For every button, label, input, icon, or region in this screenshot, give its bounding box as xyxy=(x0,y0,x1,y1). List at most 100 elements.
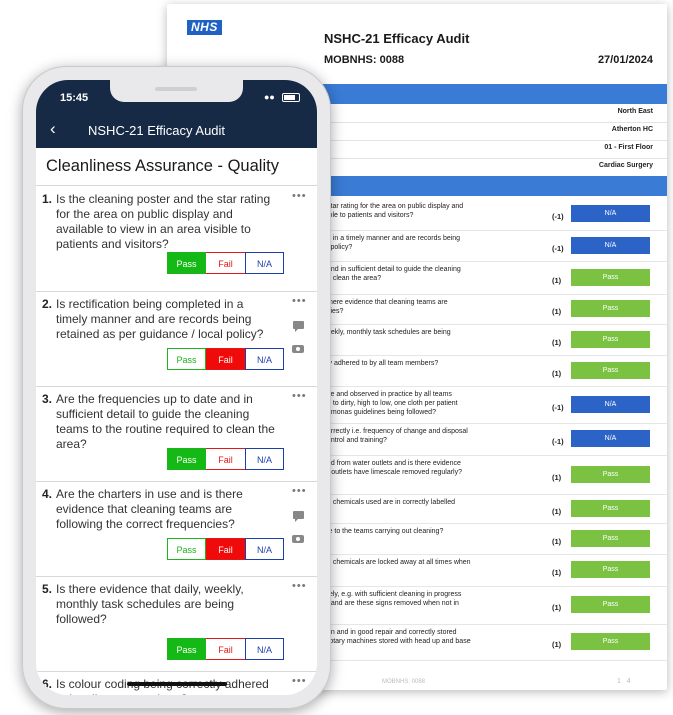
home-indicator[interactable] xyxy=(127,682,227,686)
report-info-value: 01 - First Floor xyxy=(604,144,653,151)
report-result-badge: Pass xyxy=(571,269,650,286)
question-number: 5. xyxy=(42,582,53,596)
report-result-badge: N/A xyxy=(571,205,650,222)
fail-button[interactable]: Fail xyxy=(206,252,245,274)
report-date: 27/01/2024 xyxy=(597,54,653,66)
na-button[interactable]: N/A xyxy=(245,348,284,370)
pass-button[interactable]: Pass xyxy=(167,348,206,370)
status-time: 15:45 xyxy=(60,92,89,104)
nav-bar: ‹ NSHC-21 Efficacy Audit xyxy=(36,112,317,148)
report-question-score: (1) xyxy=(552,276,562,285)
report-question-text: fely, e.g. with sufficient cleaning in p… xyxy=(327,591,462,607)
report-question-score: (-1) xyxy=(552,212,564,221)
na-button[interactable]: N/A xyxy=(245,448,284,470)
report-question-text: g chemicals are locked away at all times… xyxy=(327,559,471,566)
question-text: Is the cleaning poster and the star rati… xyxy=(56,192,271,251)
question-number: 6. xyxy=(42,677,53,691)
report-question-text: g chemicals used are in correctly labell… xyxy=(327,499,456,506)
report-result-badge: Pass xyxy=(571,596,650,613)
report-result-badge: N/A xyxy=(571,396,650,413)
report-title: NSHC-21 Efficacy Audit xyxy=(324,31,470,46)
fail-button[interactable]: Fail xyxy=(206,448,245,470)
na-button[interactable]: N/A xyxy=(245,538,284,560)
question-number: 2. xyxy=(42,297,53,311)
nhs-logo: NHS xyxy=(187,20,222,35)
report-question-text: eekly, monthly task schedules are being xyxy=(327,329,451,336)
report-result-badge: N/A xyxy=(571,237,650,254)
report-result-badge: N/A xyxy=(571,430,650,447)
pass-button[interactable]: Pass xyxy=(167,448,206,470)
report-result-badge: Pass xyxy=(571,633,650,650)
question-item: 2. Is rectification being completed in a … xyxy=(36,291,317,387)
more-options-icon[interactable]: ••• xyxy=(292,190,307,202)
report-result-badge: Pass xyxy=(571,500,650,517)
report-question-text: and in sufficient detail to guide the cl… xyxy=(327,266,461,282)
report-question-score: (1) xyxy=(552,603,562,612)
pass-button[interactable]: Pass xyxy=(167,252,206,274)
question-text: Are the frequencies up to date and in su… xyxy=(56,392,275,451)
nav-title: NSHC-21 Efficacy Audit xyxy=(88,123,226,138)
phone-frame: 15:45 ●● ‹ NSHC-21 Efficacy Audit Cleanl… xyxy=(22,66,331,709)
fail-button[interactable]: Fail xyxy=(206,638,245,660)
question-text: Are the charters in use and is there evi… xyxy=(56,487,243,531)
pass-button[interactable]: Pass xyxy=(167,538,206,560)
pass-button[interactable]: Pass xyxy=(167,638,206,660)
report-info-value: Cardiac Surgery xyxy=(598,162,653,169)
more-options-icon[interactable]: ••• xyxy=(292,485,307,497)
report-result-badge: Pass xyxy=(571,561,650,578)
report-question-score: (-1) xyxy=(552,437,564,446)
report-question-score: (1) xyxy=(552,507,562,516)
answer-button-group: Pass Fail N/A xyxy=(167,448,284,470)
more-options-icon[interactable]: ••• xyxy=(292,580,307,592)
camera-icon[interactable] xyxy=(292,535,304,543)
question-text: Is rectification being completed in a ti… xyxy=(56,297,264,341)
fail-button[interactable]: Fail xyxy=(206,538,245,560)
report-question-score: (1) xyxy=(552,640,562,649)
battery-icon xyxy=(282,93,300,102)
speaker-grill xyxy=(155,87,197,91)
section-title: Cleanliness Assurance - Quality xyxy=(46,157,279,175)
wifi-icon: ●● xyxy=(264,92,275,102)
report-question-text: ly adhered to by all team members? xyxy=(327,360,439,367)
comment-icon[interactable] xyxy=(293,321,304,332)
report-question-text: le to the teams carrying out cleaning? xyxy=(327,528,444,535)
section-header: Cleanliness Assurance - Quality xyxy=(36,148,317,186)
page-current: 1 xyxy=(617,678,621,685)
report-question-score: (1) xyxy=(552,369,562,378)
report-question-text: ce and observed in practice by all teams… xyxy=(327,391,458,416)
report-question-text: an and in good repair and correctly stor… xyxy=(327,629,471,645)
more-options-icon[interactable]: ••• xyxy=(292,390,307,402)
question-number: 3. xyxy=(42,392,53,406)
report-info-value: Atherton HC xyxy=(611,126,653,133)
report-question-score: (1) xyxy=(552,307,562,316)
report-result-badge: Pass xyxy=(571,362,650,379)
answer-button-group: Pass Fail N/A xyxy=(167,638,284,660)
report-question-text: there evidence that cleaning teams are c… xyxy=(327,299,448,315)
report-question-text: d in a timely manner and are records bei… xyxy=(327,235,461,251)
comment-icon[interactable] xyxy=(293,511,304,522)
answer-button-group: Pass Fail N/A xyxy=(167,348,284,370)
fail-button[interactable]: Fail xyxy=(206,348,245,370)
na-button[interactable]: N/A xyxy=(245,638,284,660)
page-total: 4 xyxy=(626,678,631,685)
camera-icon[interactable] xyxy=(292,345,304,353)
report-question-text: ed from water outlets and is there evide… xyxy=(327,460,463,476)
question-item: 5. Is there evidence that daily, weekly, … xyxy=(36,576,317,672)
na-button[interactable]: N/A xyxy=(245,252,284,274)
question-number: 1. xyxy=(42,192,53,206)
report-footer: MOBNHS: 0088 xyxy=(382,679,426,685)
report-question-score: (1) xyxy=(552,338,562,347)
report-page-number: 1 4 xyxy=(617,678,631,685)
report-question-score: (-1) xyxy=(552,403,564,412)
question-item: 1. Is the cleaning poster and the star ra… xyxy=(36,186,317,292)
report-question-score: (1) xyxy=(552,537,562,546)
back-chevron-icon[interactable]: ‹ xyxy=(50,119,56,139)
answer-button-group: Pass Fail N/A xyxy=(167,538,284,560)
report-question-score: (1) xyxy=(552,568,562,577)
more-options-icon[interactable]: ••• xyxy=(292,675,307,687)
more-options-icon[interactable]: ••• xyxy=(292,295,307,307)
report-question-text: star rating for the area on public displ… xyxy=(327,203,464,219)
report-result-badge: Pass xyxy=(571,300,650,317)
question-text: Is there evidence that daily, weekly, mo… xyxy=(56,582,244,626)
report-result-badge: Pass xyxy=(571,331,650,348)
